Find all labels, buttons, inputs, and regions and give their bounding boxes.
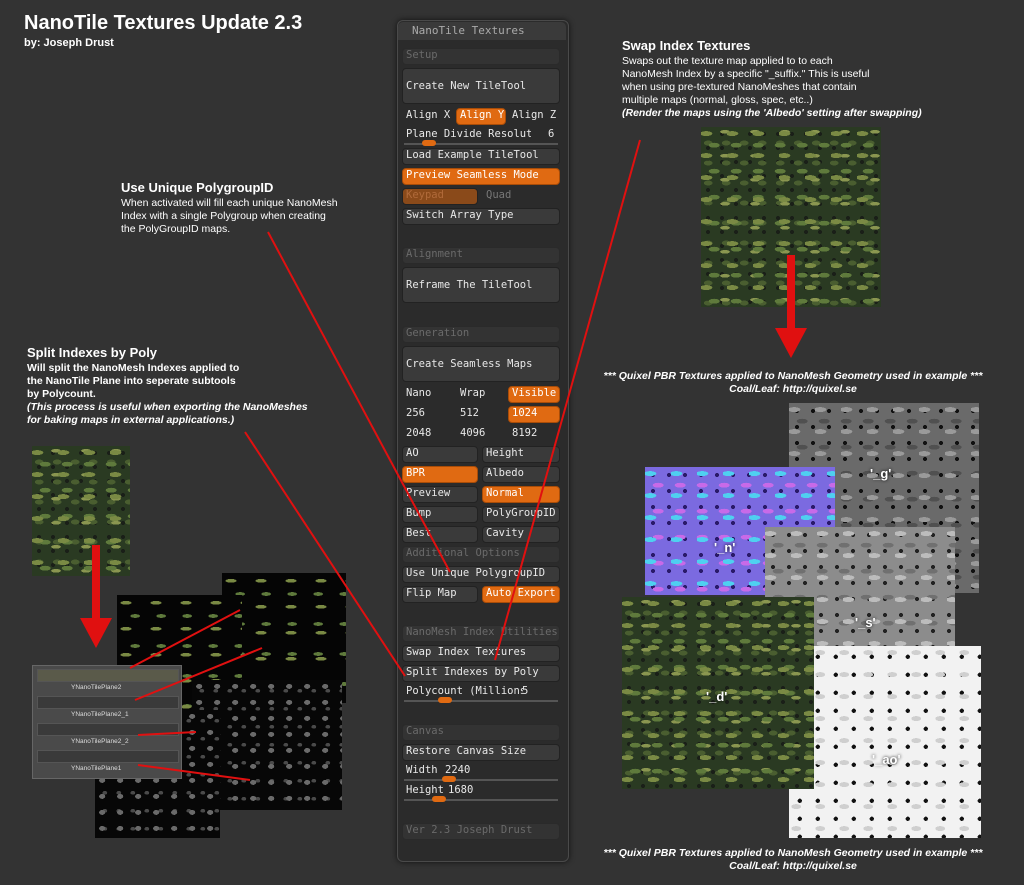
subtool-pointer-1 [129,609,241,669]
swap-pointer-line [494,139,641,661]
split-pointer-line [244,431,406,677]
subtool-pointer-4 [137,764,251,781]
down-arrow-right [775,255,807,358]
down-arrow-left [80,545,112,648]
pointer-lines [80,139,807,781]
subtool-pointer-3 [137,731,197,736]
polygroup-pointer-line [267,231,451,573]
